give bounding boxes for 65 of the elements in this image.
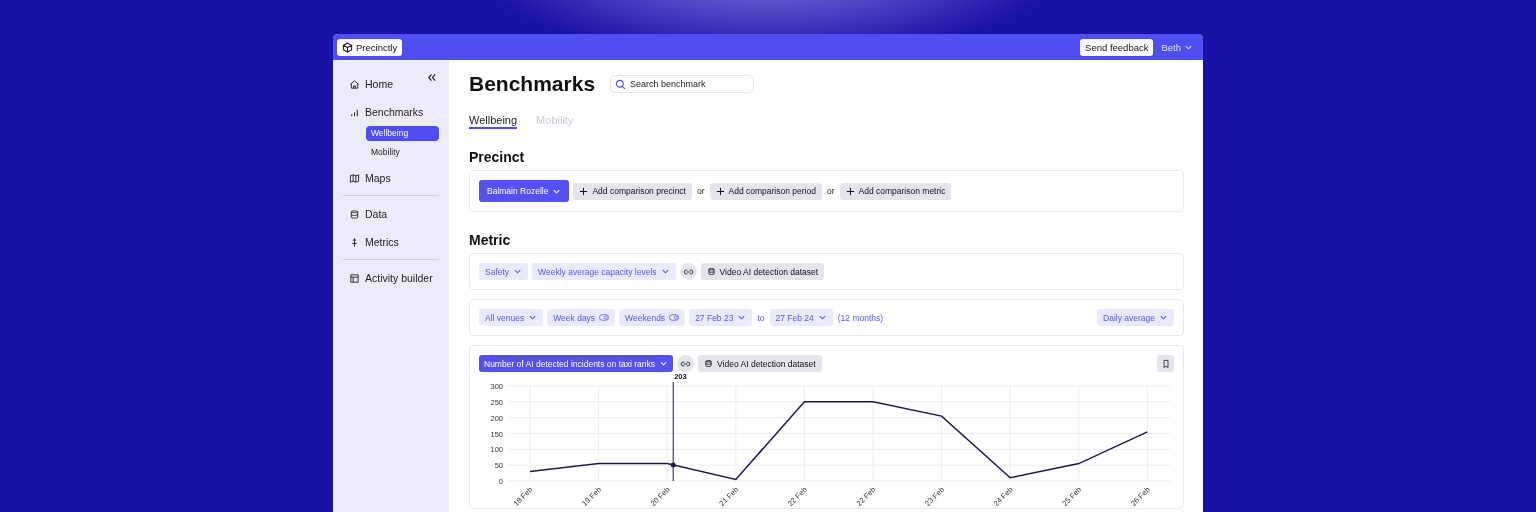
sidebar-item[interactable]: Home [343, 70, 439, 98]
logo-text: Precinctly [356, 41, 398, 53]
chevron-down-icon [513, 267, 523, 276]
tab[interactable]: Wellbeing [469, 114, 518, 129]
sidebar-item[interactable]: Benchmarks [343, 98, 439, 126]
chevron-down-icon [528, 313, 538, 322]
precinct-dropdown[interactable]: Balmain Rozelle [479, 180, 570, 202]
filter-toggle[interactable]: Week days [547, 309, 616, 326]
user-name: Beth [1161, 41, 1181, 53]
add-comparison-button[interactable]: Add comparison period [709, 182, 822, 200]
link-icon [680, 359, 692, 368]
database-icon [349, 208, 360, 220]
filter-dropdown[interactable]: All venues [479, 309, 544, 326]
collapse-icon[interactable] [426, 72, 437, 83]
map-icon [349, 172, 360, 184]
to-text: to [756, 312, 766, 323]
link-icon [682, 267, 694, 276]
plus-icon [845, 186, 855, 196]
metric-dropdown[interactable]: Safety [479, 263, 529, 280]
send-feedback-button[interactable]: Send feedback [1080, 38, 1154, 56]
bookmark-button[interactable] [1157, 355, 1174, 372]
sidebar-subitem[interactable]: Mobility [366, 145, 439, 160]
chevron-down-icon [737, 313, 747, 322]
sidebar-subitem[interactable]: Wellbeing [366, 126, 439, 141]
toggle-icon [669, 314, 680, 321]
dataset-button[interactable]: Video AI detection dataset [700, 263, 825, 280]
sidebar-item[interactable]: Data [343, 200, 439, 228]
chevron-down-icon [817, 313, 827, 322]
sidebar-item[interactable]: Metrics [343, 228, 439, 256]
metric-dropdown[interactable]: Weekly average capacity levels [532, 263, 676, 280]
link-button[interactable] [679, 263, 697, 280]
search-field[interactable]: Search benchmark [610, 75, 755, 93]
search-icon [615, 79, 627, 90]
page-title: Benchmarks [469, 72, 596, 96]
chevron-down-icon [1159, 313, 1168, 322]
add-comparison-button[interactable]: Add comparison metric [839, 182, 952, 200]
section-heading: Precinct [469, 149, 526, 165]
or-text: or [695, 186, 706, 196]
or-text: or [825, 186, 836, 196]
sidebar-item[interactable]: Maps [343, 164, 439, 192]
filter-dropdown[interactable]: 27 Feb 24 [769, 309, 833, 326]
toggle-icon [599, 314, 610, 321]
bookmark-icon [1161, 358, 1170, 369]
metrics-icon [349, 236, 360, 248]
filter-toggle[interactable]: Weekends [619, 309, 686, 326]
database-icon [704, 359, 714, 368]
add-comparison-button[interactable]: Add comparison precinct [573, 182, 692, 200]
cube-icon [342, 41, 353, 53]
home-icon [349, 78, 360, 90]
section-heading: Metric [469, 232, 512, 248]
database-icon [706, 267, 716, 276]
link-button[interactable] [677, 355, 695, 372]
filter-dropdown[interactable]: 27 Feb 23 [689, 309, 753, 326]
chevron-down-icon [659, 359, 669, 368]
metric-dropdown[interactable]: Number of AI detected incidents on taxi ranks [479, 355, 674, 372]
layout-icon [349, 272, 360, 284]
chevron-down-icon [660, 267, 670, 276]
plus-icon [715, 186, 725, 196]
duration-text: (12 months) [836, 312, 885, 323]
dataset-button[interactable]: Video AI detection dataset [698, 355, 822, 372]
sidebar-item[interactable]: Activity builder [343, 264, 439, 292]
plus-icon [579, 186, 589, 196]
logo-button[interactable]: Precinctly [337, 38, 403, 56]
aggregation-dropdown[interactable]: Daily average [1097, 309, 1174, 326]
user-menu[interactable]: Beth [1161, 41, 1193, 53]
